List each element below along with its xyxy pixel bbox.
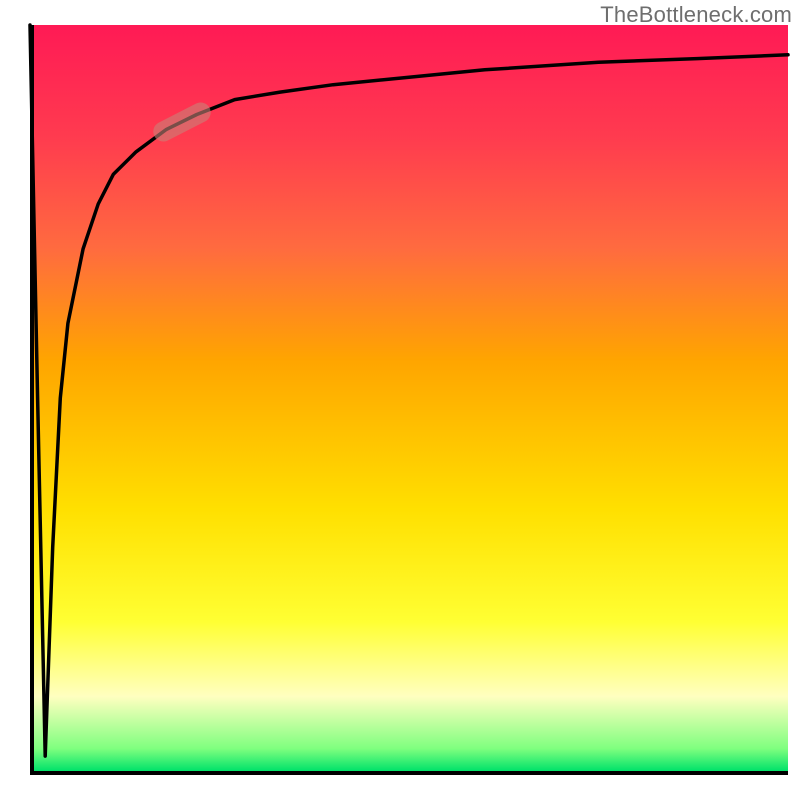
x-axis bbox=[30, 771, 788, 775]
chart-container: TheBottleneck.com bbox=[0, 0, 800, 800]
source-watermark: TheBottleneck.com bbox=[600, 2, 792, 28]
bottleneck-curve bbox=[30, 25, 788, 771]
